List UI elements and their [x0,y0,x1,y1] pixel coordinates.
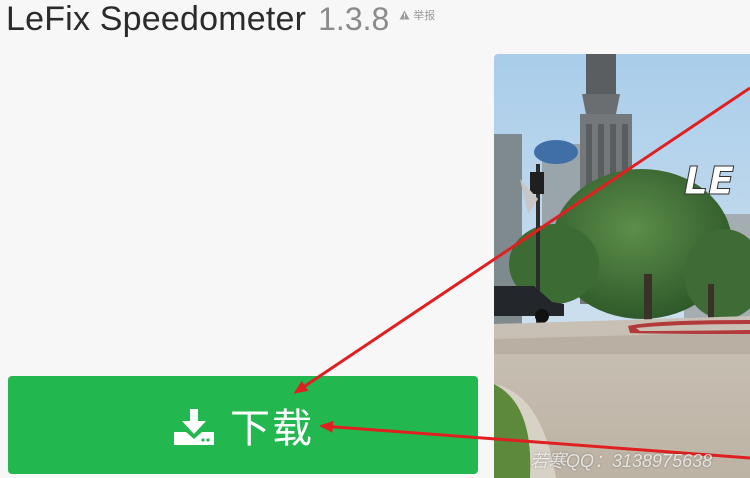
report-link[interactable]: 举报 [399,7,435,23]
screenshot-scene: LE [494,54,750,478]
app-version: 1.3.8 [318,1,390,37]
download-label: 下载 [230,406,314,452]
download-button[interactable]: 下载 [8,376,478,474]
app-screenshot[interactable]: LE [494,54,750,478]
title-row: LeFix Speedometer 1.3.8 举报 [6,0,435,46]
app-title: LeFix Speedometer [6,0,307,38]
screenshot-logo: LE [684,159,734,203]
app-detail-page: LeFix Speedometer 1.3.8 举报 下载 LE 若寒QQ：31… [0,0,750,478]
report-label: 举报 [413,10,436,22]
warning-icon [399,10,410,20]
watermark-text: 若寒QQ：3138975638 [530,451,713,471]
download-icon [174,409,214,445]
